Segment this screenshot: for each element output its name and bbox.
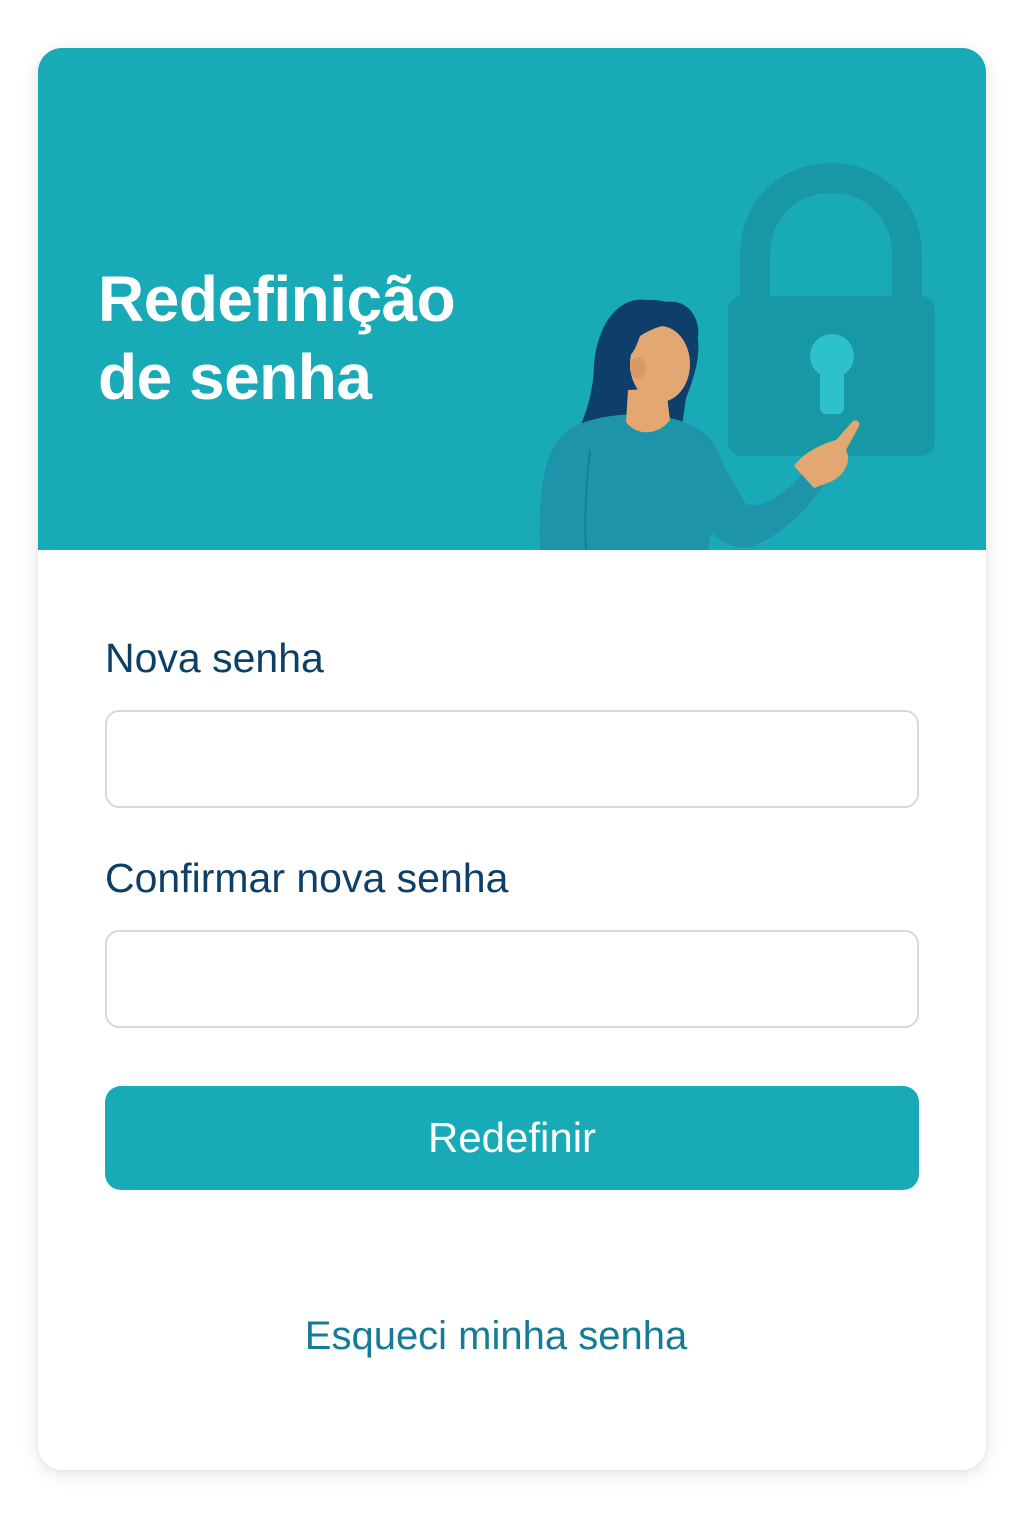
new-password-input[interactable] bbox=[105, 710, 919, 808]
password-reset-card: Redefinição de senha Nova senha Confirma… bbox=[38, 48, 986, 1470]
page-title-line-1: Redefinição bbox=[98, 263, 456, 335]
reset-button[interactable]: Redefinir bbox=[105, 1086, 919, 1190]
forgot-password-link[interactable]: Esqueci minha senha bbox=[105, 1312, 887, 1360]
keyhole-slot bbox=[820, 362, 844, 414]
new-password-label: Nova senha bbox=[105, 635, 324, 681]
page-title-line-2: de senha bbox=[98, 341, 372, 413]
padlock-shackle bbox=[740, 162, 922, 298]
header-banner: Redefinição de senha bbox=[38, 48, 986, 550]
confirm-password-input[interactable] bbox=[105, 930, 919, 1028]
page-title: Redefinição de senha bbox=[98, 260, 518, 416]
woman-ear bbox=[630, 357, 646, 379]
woman-touching-padlock-illustration bbox=[539, 162, 935, 550]
confirm-password-label: Confirmar nova senha bbox=[105, 855, 509, 901]
